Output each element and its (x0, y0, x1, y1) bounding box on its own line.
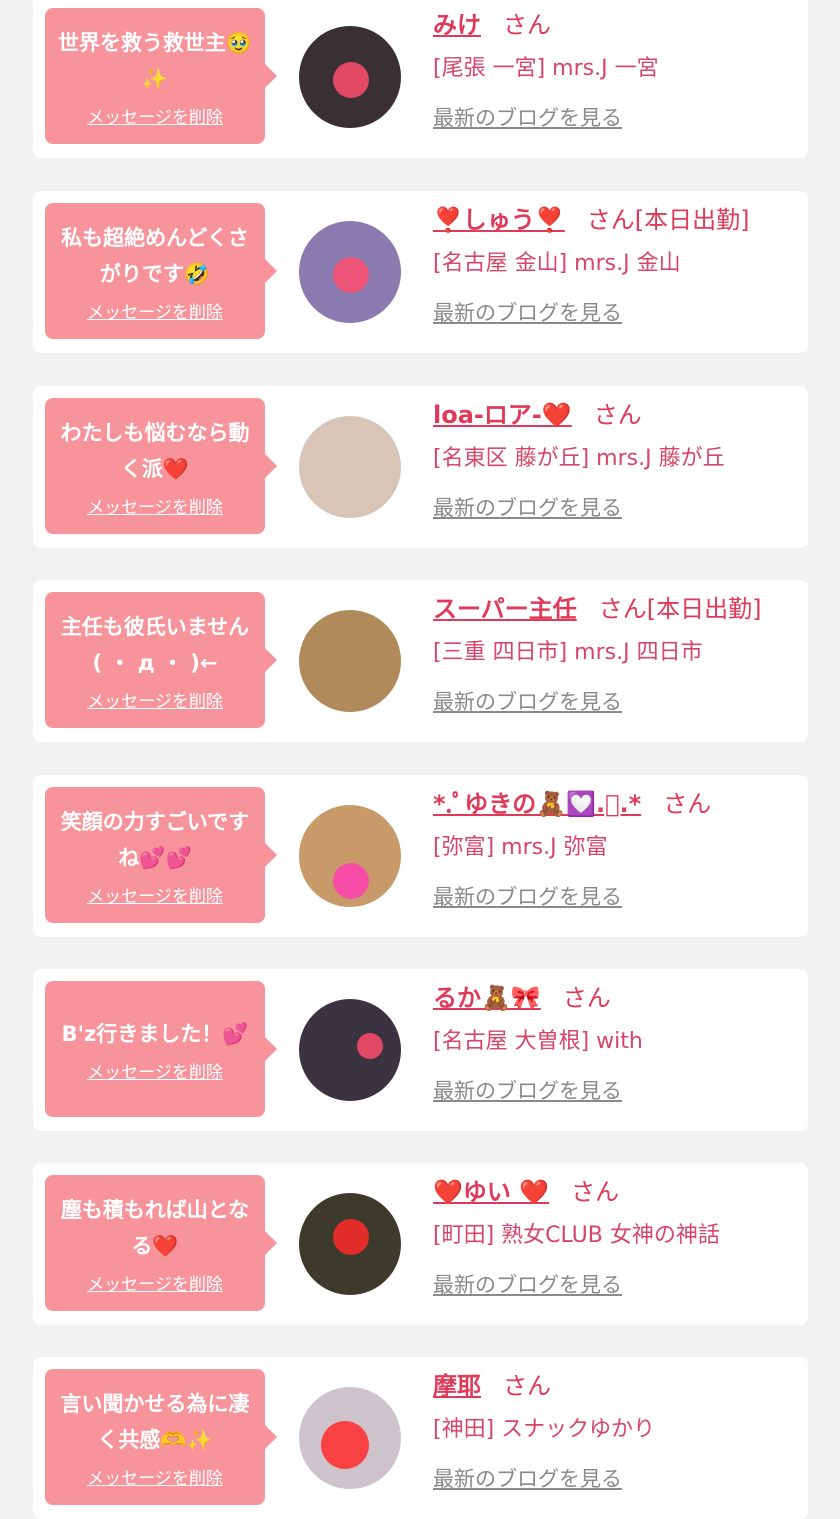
delete-message-link[interactable]: メッセージを削除 (87, 298, 223, 323)
cast-name-link[interactable]: 摩耶 (433, 1372, 481, 1400)
honorific: さん (503, 11, 551, 39)
message-text: 塵も積もれば山となる❤️ (60, 1197, 250, 1258)
shop-name: [三重 四日市] mrs.J 四日市 (433, 640, 703, 665)
latest-blog-link[interactable]: 最新のブログを見る (433, 1463, 622, 1493)
shop-name: [弥富] mrs.J 弥富 (433, 835, 608, 860)
cast-info: *.ﾟゆきの🧸💟.ﾟ.* さん [弥富] mrs.J 弥富 最新のブログを見る (433, 787, 798, 911)
delete-message-link[interactable]: メッセージを削除 (87, 882, 223, 907)
delete-message-link[interactable]: メッセージを削除 (87, 1270, 223, 1295)
list-item: 塵も積もれば山となる❤️ メッセージを削除 ❤️ゆい ❤️ さん [町田] 熟女C… (33, 1163, 808, 1325)
cast-info: 摩耶 さん [神田] スナックゆかり 最新のブログを見る (433, 1369, 798, 1493)
avatar[interactable] (299, 1193, 401, 1295)
cast-info: ❤️ゆい ❤️ さん [町田] 熟女CLUB 女神の神話 最新のブログを見る (433, 1175, 798, 1299)
shop-name: [尾張 一宮] mrs.J 一宮 (433, 56, 659, 81)
message-bubble: 主任も彼氏いません( ・ д ・ )← メッセージを削除 (45, 592, 277, 728)
delete-message-link[interactable]: メッセージを削除 (87, 493, 223, 518)
cast-name-link[interactable]: スーパー主任 (433, 595, 577, 623)
cast-info: るか🧸🎀 さん [名古屋 大曽根] with 最新のブログを見る (433, 981, 798, 1105)
cast-name-link[interactable]: ❤️ゆい ❤️ (433, 1178, 549, 1206)
avatar[interactable] (299, 610, 401, 712)
latest-blog-link[interactable]: 最新のブログを見る (433, 881, 622, 911)
avatar[interactable] (299, 221, 401, 323)
list-item: 言い聞かせる為に凄く共感🫶✨ メッセージを削除 摩耶 さん [神田] スナックゆか… (33, 1357, 808, 1519)
honorific: さん (598, 595, 647, 623)
shop-name: [名東区 藤が丘] mrs.J 藤が丘 (433, 446, 725, 471)
cast-name-link[interactable]: ❣️しゅう❣️ (433, 206, 565, 234)
list-item: 主任も彼氏いません( ・ д ・ )← メッセージを削除 スーパー主任 さん[本日… (33, 580, 808, 742)
shop-name: [名古屋 大曽根] with (433, 1029, 643, 1054)
shop-name: [神田] スナックゆかり (433, 1417, 656, 1442)
honorific: さん (663, 790, 712, 818)
heart-sticker-icon (333, 1219, 369, 1255)
avatar[interactable] (299, 999, 401, 1101)
avatar[interactable] (299, 26, 401, 128)
avatar[interactable] (299, 805, 401, 907)
cast-name-link[interactable]: loa-ロア-❤️ (433, 401, 572, 429)
message-text: 言い聞かせる為に凄く共感🫶✨ (60, 1391, 250, 1452)
status-badge: [本日出勤] (634, 206, 750, 234)
message-text: 世界を救う救世主🥹✨ (57, 30, 253, 91)
message-bubble: 笑顔の力すごいですね💕💕 メッセージを削除 (45, 787, 277, 923)
shop-name: [町田] 熟女CLUB 女神の神話 (433, 1223, 720, 1248)
message-text: 主任も彼氏いません( ・ д ・ )← (60, 614, 250, 675)
honorific: さん (586, 206, 635, 234)
cast-name-link[interactable]: るか🧸🎀 (433, 984, 541, 1012)
heart-sticker-icon (357, 1033, 383, 1059)
honorific: さん (571, 1178, 620, 1206)
status-badge: [本日出勤] (646, 595, 762, 623)
message-text: わたしも悩むなら動く派❤️ (60, 420, 250, 481)
cast-name-link[interactable]: *.ﾟゆきの🧸💟.ﾟ.* (433, 790, 641, 818)
list-item: 私も超絶めんどくさがりです🤣 メッセージを削除 ❣️しゅう❣️ さん[本日出勤] … (33, 191, 808, 353)
message-bubble: 私も超絶めんどくさがりです🤣 メッセージを削除 (45, 203, 277, 339)
delete-message-link[interactable]: メッセージを削除 (87, 1464, 223, 1489)
list-item: わたしも悩むなら動く派❤️ メッセージを削除 loa-ロア-❤️ さん [名東区 … (33, 386, 808, 548)
delete-message-link[interactable]: メッセージを削除 (87, 103, 223, 128)
honorific: さん (562, 984, 611, 1012)
cast-info: ❣️しゅう❣️ さん[本日出勤] [名古屋 金山] mrs.J 金山 最新のブログ… (433, 203, 798, 327)
heart-sticker-icon (321, 1421, 369, 1469)
cast-info: loa-ロア-❤️ さん [名東区 藤が丘] mrs.J 藤が丘 最新のブログを見… (433, 398, 798, 522)
list-item: 笑顔の力すごいですね💕💕 メッセージを削除 *.ﾟゆきの🧸💟.ﾟ.* さん [弥富… (33, 775, 808, 937)
message-text: B'z行きました！💕 (61, 1021, 249, 1046)
avatar[interactable] (299, 416, 401, 518)
heart-sticker-icon (333, 257, 369, 293)
latest-blog-link[interactable]: 最新のブログを見る (433, 1075, 622, 1105)
cast-info: みけ さん [尾張 一宮] mrs.J 一宮 最新のブログを見る (433, 8, 798, 132)
latest-blog-link[interactable]: 最新のブログを見る (433, 297, 622, 327)
message-bubble: 塵も積もれば山となる❤️ メッセージを削除 (45, 1175, 277, 1311)
message-text: 笑顔の力すごいですね💕💕 (60, 809, 250, 870)
honorific: さん (503, 1372, 551, 1400)
honorific: さん (593, 401, 642, 429)
cast-name-link[interactable]: みけ (433, 11, 481, 39)
delete-message-link[interactable]: メッセージを削除 (87, 1058, 223, 1083)
list-item: 世界を救う救世主🥹✨ メッセージを削除 みけ さん [尾張 一宮] mrs.J 一… (33, 0, 808, 158)
list-item: B'z行きました！💕 メッセージを削除 るか🧸🎀 さん [名古屋 大曽根] wit… (33, 969, 808, 1131)
message-bubble: 世界を救う救世主🥹✨ メッセージを削除 (45, 8, 277, 144)
cast-info: スーパー主任 さん[本日出勤] [三重 四日市] mrs.J 四日市 最新のブログ… (433, 592, 798, 716)
message-bubble: わたしも悩むなら動く派❤️ メッセージを削除 (45, 398, 277, 534)
latest-blog-link[interactable]: 最新のブログを見る (433, 492, 622, 522)
delete-message-link[interactable]: メッセージを削除 (87, 687, 223, 712)
avatar[interactable] (299, 1387, 401, 1489)
latest-blog-link[interactable]: 最新のブログを見る (433, 1269, 622, 1299)
heart-sticker-icon (333, 863, 369, 899)
message-bubble: 言い聞かせる為に凄く共感🫶✨ メッセージを削除 (45, 1369, 277, 1505)
message-text: 私も超絶めんどくさがりです🤣 (61, 225, 249, 286)
shop-name: [名古屋 金山] mrs.J 金山 (433, 251, 681, 276)
latest-blog-link[interactable]: 最新のブログを見る (433, 686, 622, 716)
latest-blog-link[interactable]: 最新のブログを見る (433, 102, 622, 132)
message-bubble: B'z行きました！💕 メッセージを削除 (45, 981, 277, 1117)
heart-sticker-icon (333, 62, 369, 98)
